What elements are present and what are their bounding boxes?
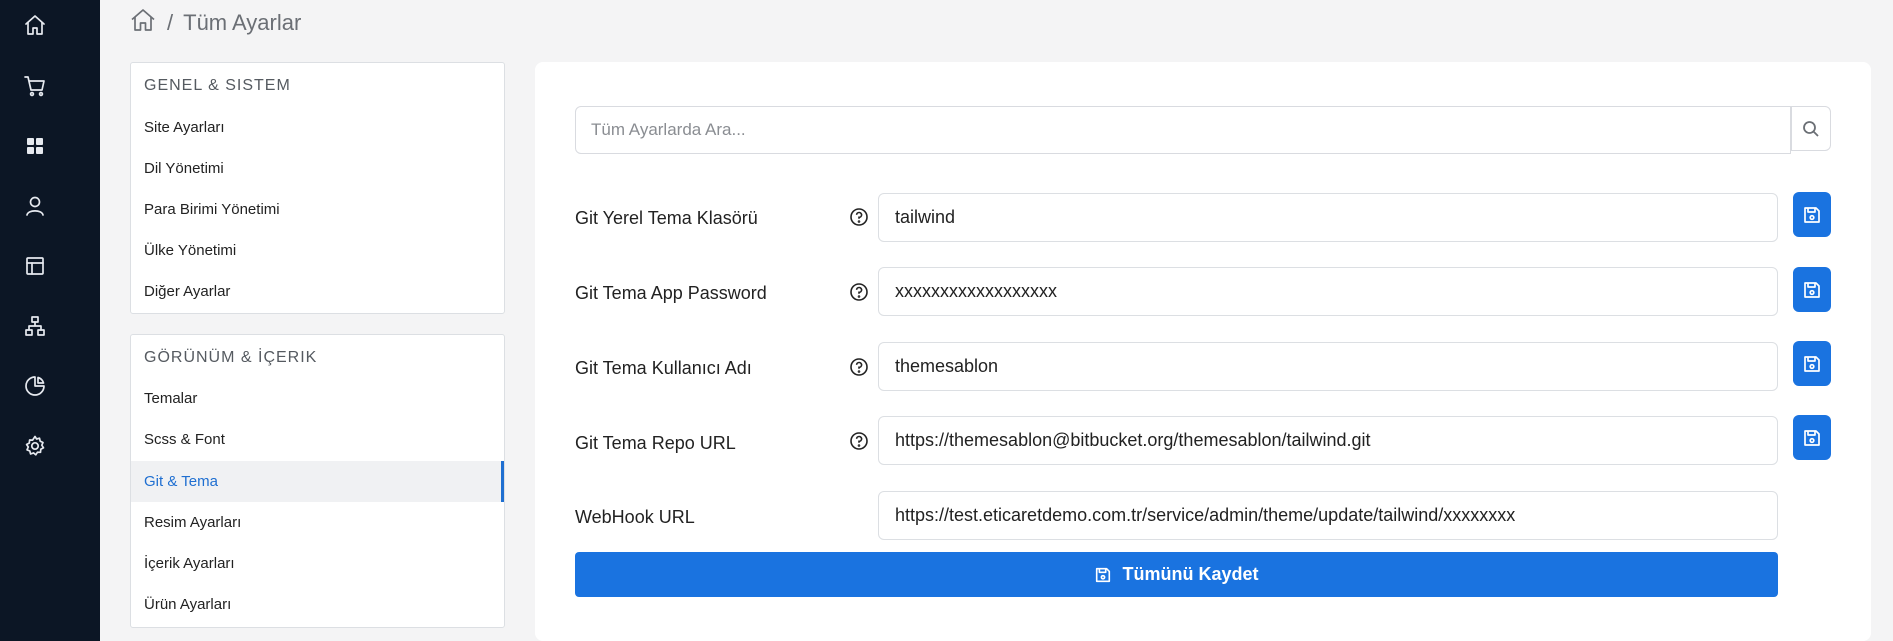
setting-label: Git Tema Repo URL <box>575 433 736 453</box>
git-repo-url-input[interactable] <box>878 416 1778 465</box>
save-icon <box>1804 206 1820 223</box>
grid-icon[interactable] <box>22 133 48 159</box>
sitemap-icon[interactable] <box>22 313 48 339</box>
menu-item-site-ayarlari[interactable]: Site Ayarları <box>131 107 504 148</box>
save-icon <box>1096 567 1111 582</box>
menu-item-temalar[interactable]: Temalar <box>131 378 504 419</box>
breadcrumb-current: Tüm Ayarlar <box>183 10 302 35</box>
settings-search-input[interactable] <box>575 106 1791 154</box>
save-icon <box>1804 355 1820 372</box>
menu-item-urun-ayarlari[interactable]: Ürün Ayarları <box>131 584 504 625</box>
save-icon <box>1804 281 1820 298</box>
setting-label: Git Tema Kullanıcı Adı <box>575 358 752 378</box>
help-icon[interactable] <box>849 357 869 377</box>
menu-item-para-birimi[interactable]: Para Birimi Yönetimi <box>131 189 504 230</box>
icon-sidebar <box>0 0 100 641</box>
menu-item-icerik-ayarlari[interactable]: İçerik Ayarları <box>131 543 504 584</box>
menu-item-git-tema[interactable]: Git & Tema <box>131 461 504 502</box>
menu-item-resim-ayarlari[interactable]: Resim Ayarları <box>131 502 504 543</box>
help-icon[interactable] <box>849 431 869 451</box>
breadcrumb: / Tüm Ayarlar <box>129 8 301 38</box>
webhook-url-input[interactable] <box>878 491 1778 540</box>
pie-chart-icon[interactable] <box>22 373 48 399</box>
menu-item-dil-yonetimi[interactable]: Dil Yönetimi <box>131 148 504 189</box>
save-row-button[interactable] <box>1793 415 1831 460</box>
help-icon[interactable] <box>849 282 869 302</box>
search-button[interactable] <box>1791 106 1831 151</box>
settings-menu-appearance: GÖRÜNÜM & İÇERIK Temalar Scss & Font Git… <box>130 334 505 628</box>
settings-menu-general: GENEL & SISTEM Site Ayarları Dil Yönetim… <box>130 62 505 314</box>
breadcrumb-separator: / <box>167 10 174 35</box>
save-all-label: Tümünü Kaydet <box>1122 564 1259 584</box>
save-all-button[interactable]: Tümünü Kaydet <box>575 552 1778 597</box>
home-icon[interactable] <box>22 12 48 38</box>
cart-icon[interactable] <box>22 73 48 99</box>
home-icon[interactable] <box>129 6 157 40</box>
save-row-button[interactable] <box>1793 267 1831 312</box>
menu-section-title: GÖRÜNÜM & İÇERIK <box>144 349 318 366</box>
menu-item-ulke-yonetimi[interactable]: Ülke Yönetimi <box>131 230 504 271</box>
user-icon[interactable] <box>22 193 48 219</box>
save-icon <box>1804 429 1820 446</box>
git-local-theme-folder-input[interactable] <box>878 193 1778 242</box>
gear-icon[interactable] <box>22 433 48 459</box>
search-icon <box>1803 120 1819 137</box>
menu-item-diger-ayarlar[interactable]: Diğer Ayarlar <box>131 271 504 312</box>
git-app-password-input[interactable] <box>878 267 1778 316</box>
git-username-input[interactable] <box>878 342 1778 391</box>
setting-label: Git Tema App Password <box>575 283 767 303</box>
layout-icon[interactable] <box>22 253 48 279</box>
help-icon[interactable] <box>849 207 869 227</box>
menu-section-title: GENEL & SISTEM <box>144 77 291 94</box>
setting-label: WebHook URL <box>575 507 695 527</box>
menu-item-scss-font[interactable]: Scss & Font <box>131 419 504 460</box>
save-row-button[interactable] <box>1793 192 1831 237</box>
save-row-button[interactable] <box>1793 341 1831 386</box>
setting-label: Git Yerel Tema Klasörü <box>575 208 758 228</box>
